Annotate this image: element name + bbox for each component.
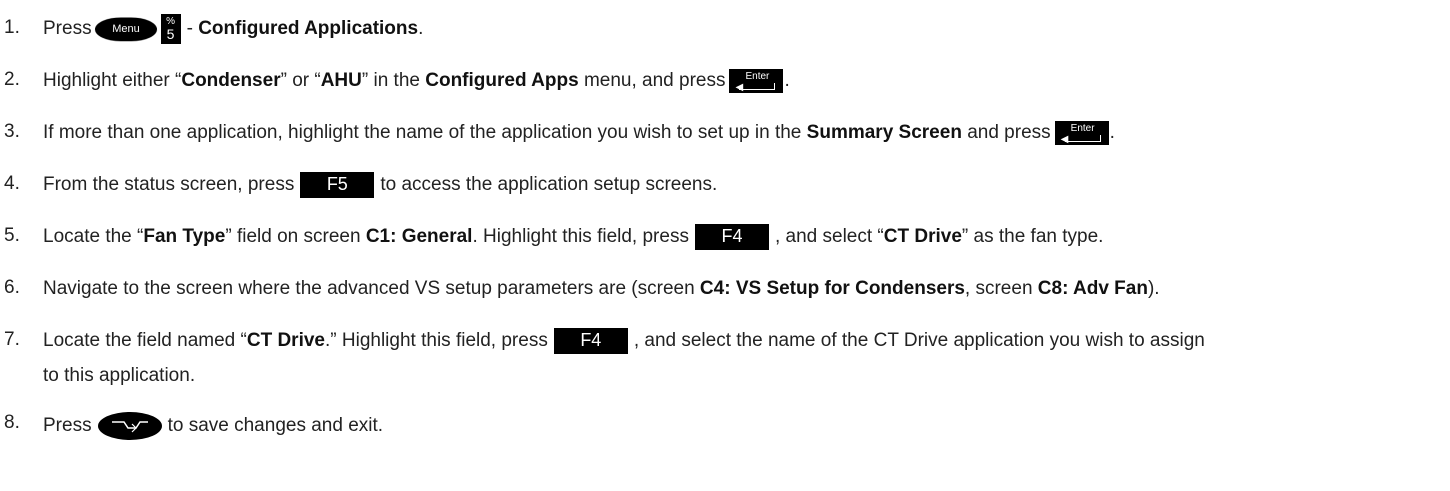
step-number: 8. [4,412,20,433]
step-text: ). [1147,278,1160,299]
step-text: . [418,18,424,39]
menu-key-icon: Menu [93,17,158,42]
step-text: menu, and press [583,70,726,91]
back-key-icon [97,412,162,440]
step-number: 7. [4,329,20,350]
step-text: .” Highlight this field, press [325,330,548,351]
step-number: 6. [4,277,20,298]
step-text: From the status screen, press [43,174,295,195]
step-text: . Highlight this field, press [472,226,689,247]
step-text: Navigate to the screen where the advance… [43,278,695,299]
step-number: 5. [4,225,20,246]
step-text: Highlight either “ [43,70,182,91]
step-number: 2. [4,69,20,90]
step-text: . [1109,122,1115,143]
step-text: to this application. [43,365,196,386]
step-number: 3. [4,121,20,142]
instruction-list: 1. Press Menu % 5 - Configured Applicati… [0,0,1450,491]
step-text: to save changes and exit. [167,415,384,436]
step-text: Locate the field named “ [43,330,247,351]
step-number: 4. [4,173,20,194]
step-text: ” field on screen [225,226,361,247]
f4-key-icon: F4 [694,224,769,250]
f5-key-icon: F5 [300,172,375,198]
step-bold: Fan Type [143,226,226,247]
step-text: Locate the “ [43,226,144,247]
step-bold: Configured Apps [425,70,579,91]
step-text: , and select the name of the CT Drive ap… [633,330,1205,351]
step-text: to access the application setup screens. [380,174,718,195]
step-bold: AHU [320,70,362,91]
step-text: Press [43,18,92,39]
step-text: Press [43,415,92,436]
enter-key-icon: Enter ◀ [1054,121,1109,145]
step-text: ” in the [361,70,420,91]
f4-key-icon: F4 [553,328,628,354]
step-bold: C4: VS Setup for Condensers [699,278,965,299]
step-text: If more than one application, highlight … [43,122,802,143]
step-text: ” or “ [280,70,321,91]
step-text: , and select “ [774,226,884,247]
step-text: ” as the fan type. [961,226,1104,247]
step-bold: C1: General [365,226,473,247]
step-bold: CT Drive [883,226,962,247]
step-bold: CT Drive [246,330,325,351]
step-bold: Configured Applications [198,18,419,39]
enter-key-icon: Enter ◀ [729,69,784,93]
enter-key-label: Enter [745,71,770,82]
step-bold: Summary Screen [806,122,962,143]
step-bold: C8: Adv Fan [1037,278,1148,299]
step-text: and press [967,122,1051,143]
step-bold: Condenser [181,70,281,91]
key-5-icon: % 5 [160,14,181,44]
step-number: 1. [4,17,20,38]
step-text: . [784,70,790,91]
step-text: , screen [964,278,1033,299]
step-text: - [186,18,193,39]
enter-key-label: Enter [1070,123,1095,134]
key-5-digit: 5 [166,26,175,42]
